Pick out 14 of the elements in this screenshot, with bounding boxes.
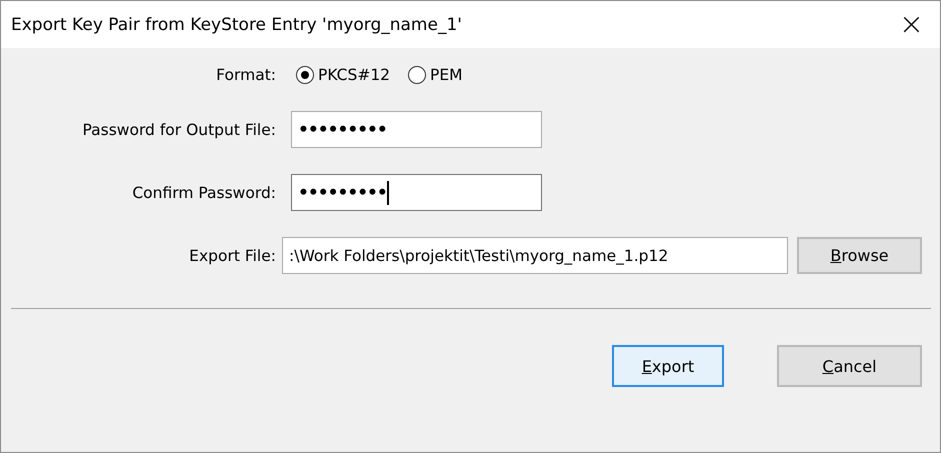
password-field[interactable]: ••••••••• — [291, 174, 542, 211]
format-radio[interactable]: PKCS#12 — [296, 66, 390, 84]
field-label: Confirm Password: — [131, 184, 276, 202]
format-radio[interactable]: PEM — [408, 66, 463, 84]
close-button[interactable]: × — [894, 10, 928, 40]
password-field[interactable]: ••••••••• — [291, 111, 542, 148]
export-file-field[interactable]: :\Work Folders\projektit\Testi\myorg_name_1.p12 — [282, 237, 788, 274]
browse-button[interactable]: Browse — [797, 237, 922, 274]
window-title: Export Key Pair from KeyStore Entry 'myorg_name_1' — [11, 14, 462, 34]
field-label: Export File: — [188, 246, 276, 264]
field-label: Password for Output File: — [82, 120, 276, 138]
export-button[interactable]: Export — [612, 345, 724, 387]
cancel-button[interactable]: Cancel — [777, 345, 922, 387]
format-label: Format: — [215, 66, 276, 84]
